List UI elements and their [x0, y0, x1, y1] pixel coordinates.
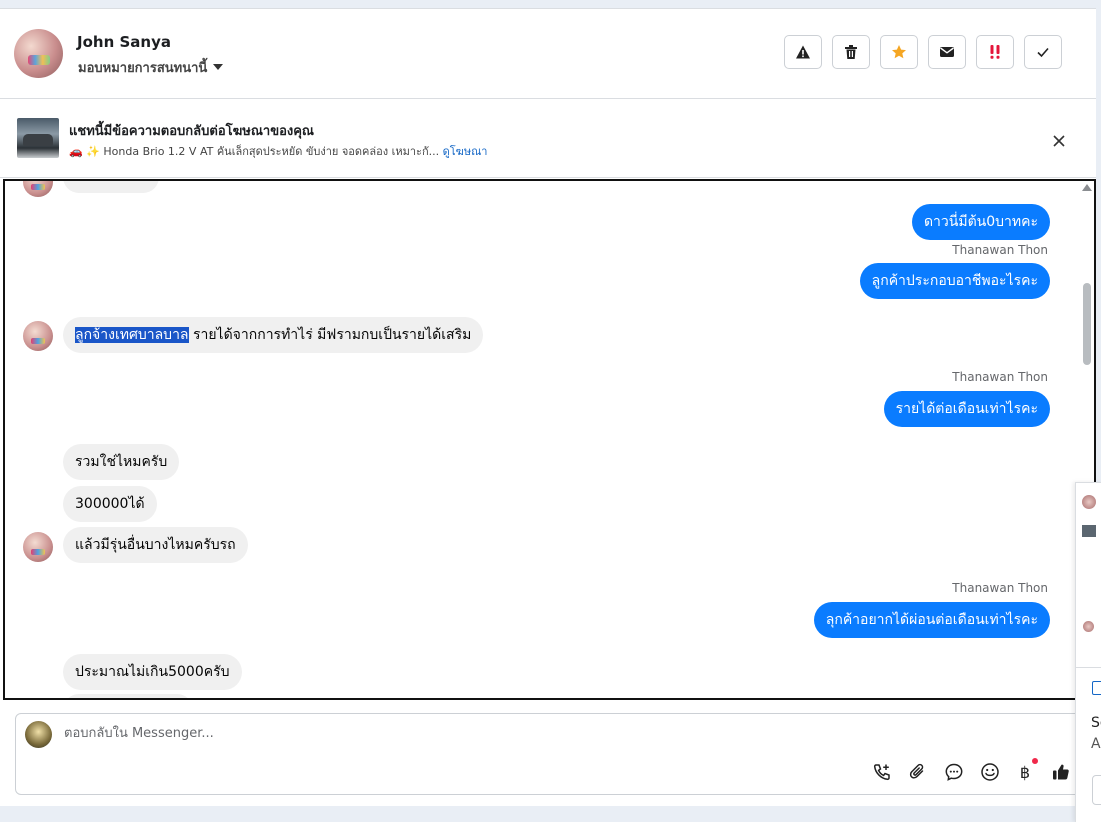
trash-icon [845, 45, 857, 59]
side-chat-window[interactable]: Sc A [1075, 482, 1101, 822]
follow-up-button[interactable] [976, 35, 1014, 69]
check-icon [1037, 47, 1049, 58]
side-avatar-small [1083, 621, 1094, 632]
call-button[interactable] [871, 761, 893, 783]
attach-button[interactable] [907, 761, 929, 783]
alert-icon [796, 45, 810, 59]
mark-unread-button[interactable] [928, 35, 966, 69]
ad-description-text: 🚗 ✨ Honda Brio 1.2 V AT คันเล็กสุดประหยั… [69, 145, 440, 158]
scrollbar-thumb[interactable] [1083, 283, 1091, 365]
exclamation-icon [990, 45, 1000, 59]
paperclip-icon [909, 763, 924, 779]
message-bubble-outgoing: รายได้ต่อเดือนเท่าไรคะ [883, 391, 1050, 427]
ad-banner-description: 🚗 ✨ Honda Brio 1.2 V AT คันเล็กสุดประหยั… [69, 142, 487, 160]
contact-avatar-small [23, 532, 53, 562]
close-icon[interactable] [1050, 132, 1068, 150]
smiley-icon [981, 763, 999, 781]
side-divider [1076, 667, 1101, 668]
contact-avatar[interactable] [14, 29, 63, 78]
side-thumbnail [1082, 525, 1096, 537]
message-bubble-outgoing: ดาวนี่มีต้น0บาทคะ [911, 204, 1050, 240]
message-bubble-outgoing: ลูกค้าประกอบอาชีพอะไรคะ [859, 263, 1050, 299]
sender-name: Thanawan Thon [952, 370, 1048, 384]
phone-plus-icon [873, 764, 890, 781]
view-ad-link[interactable]: ดูโฆษณา [443, 145, 488, 158]
payment-button[interactable]: ฿ [1014, 761, 1036, 783]
sender-name: Thanawan Thon [952, 581, 1048, 595]
thumbs-up-icon [1053, 764, 1069, 780]
page-avatar [25, 721, 52, 748]
ad-banner-title: แชทนี้มีข้อความตอบกลับต่อโฆษณาของคุณ [69, 124, 314, 139]
reply-input[interactable] [64, 724, 764, 743]
message-bubble-incoming: แล้วมีรุ่นอื่นบางไหมครับรถ [63, 527, 248, 563]
conversation-header: John Sanya มอบหมายการสนทนานี้ [0, 9, 1096, 99]
ad-reply-banner: แชทนี้มีข้อความตอบกลับต่อโฆษณาของคุณ 🚗 ✨… [0, 99, 1096, 178]
envelope-icon [940, 47, 954, 57]
message-bubble-outgoing: ลุกค้าอยากได้ผ่อนต่อเดือนเท่าไรคะ [813, 602, 1050, 638]
conversation-panel: John Sanya มอบหมายการสนทนานี้ แชทนี้มีข้… [0, 8, 1096, 806]
contact-avatar-small [23, 321, 53, 351]
scroll-up-arrow-icon[interactable] [1082, 184, 1092, 191]
assign-label: มอบหมายการสนทนานี้ [78, 61, 208, 76]
assign-conversation-dropdown[interactable]: มอบหมายการสนทนานี้ [78, 57, 224, 78]
star-icon [892, 45, 906, 59]
mark-done-button[interactable] [1024, 35, 1062, 69]
chat-bubble-icon [945, 763, 963, 781]
reply-composer: ฿ [15, 713, 1095, 795]
selected-text: ลูกจ้างเทศบาลบาล [75, 327, 189, 343]
message-bubble-incoming: ประมาณไม่เกิน5000ครับ [63, 654, 242, 690]
notification-dot [1032, 758, 1038, 764]
delete-button[interactable] [832, 35, 870, 69]
message-bubble-incoming-partial [63, 181, 159, 193]
message-bubble-incoming-partial [63, 694, 193, 698]
side-text-primary: Sc [1091, 715, 1101, 731]
side-avatar [1082, 495, 1096, 509]
saved-replies-button[interactable] [943, 761, 965, 783]
side-button[interactable] [1092, 775, 1101, 805]
sender-name: Thanawan Thon [952, 243, 1048, 257]
chevron-down-icon [213, 63, 224, 70]
message-bubble-incoming: ลูกจ้างเทศบาลบาล รายได้จากการทำไร่ มีฟรา… [63, 317, 484, 353]
baht-icon: ฿ [1019, 762, 1031, 782]
ad-thumbnail[interactable] [17, 118, 59, 158]
contact-name[interactable]: John Sanya [77, 33, 171, 51]
side-document-icon [1092, 681, 1101, 695]
side-text-secondary: A [1091, 736, 1101, 752]
message-bubble-incoming: รวมใช่ไหมครับ [63, 444, 180, 480]
message-text: รายได้จากการทำไร่ มีฟรามกบเป็นรายได้เสริ… [188, 327, 472, 343]
like-button[interactable] [1050, 761, 1072, 783]
mark-spam-button[interactable] [784, 35, 822, 69]
emoji-button[interactable] [979, 761, 1001, 783]
star-button[interactable] [880, 35, 918, 69]
message-list[interactable]: ดาวนี่มีต้น0บาทคะ Thanawan Thon ลูกค้าปร… [3, 179, 1096, 700]
message-bubble-incoming: 300000ได้ [63, 486, 157, 522]
contact-avatar-small [23, 181, 53, 197]
